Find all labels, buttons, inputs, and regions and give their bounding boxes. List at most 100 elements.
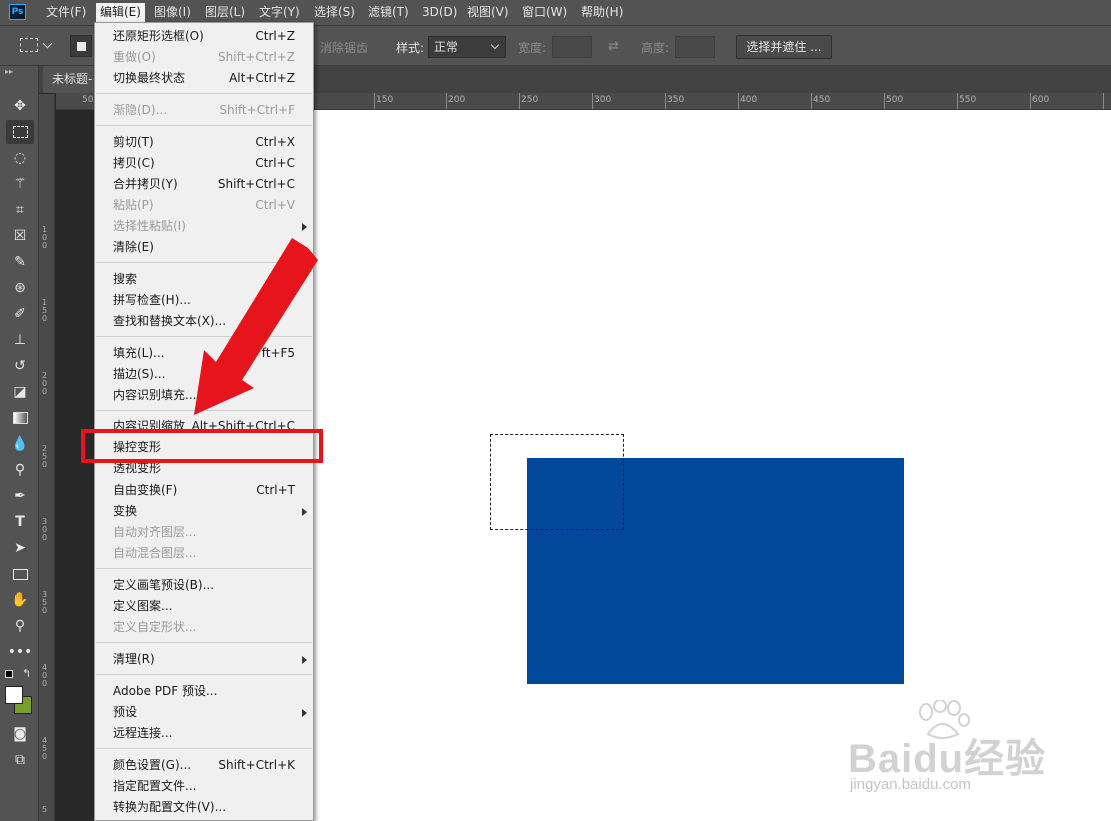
menu-item-color-settings[interactable]: 颜色设置(G)... Shift+Ctrl+K [95, 755, 313, 776]
history-brush-tool-icon[interactable]: ↺ [6, 354, 34, 378]
red-arrow-annotation [194, 238, 318, 415]
healing-brush-tool-icon[interactable]: ⊛ [6, 276, 34, 300]
menu-edit[interactable]: 编辑(E) [96, 3, 145, 22]
ruler-tick-label: 5 [42, 805, 48, 814]
menu-item-transform[interactable]: 变换 [95, 501, 313, 522]
foreground-color-swatch[interactable] [5, 686, 23, 704]
menu-3d[interactable]: 3D(D) [418, 3, 461, 22]
move-tool-icon[interactable]: ✥ [6, 94, 34, 118]
brush-tool-icon[interactable]: ✐ [6, 302, 34, 326]
style-select[interactable]: 正常 [428, 36, 506, 58]
crop-tool-icon[interactable]: ⌗ [6, 198, 34, 222]
menu-item-assign-profile[interactable]: 指定配置文件... [95, 776, 313, 797]
menu-item-copy[interactable]: 拷贝(C) Ctrl+C [95, 153, 313, 174]
eyedropper-tool-icon[interactable]: ✎ [6, 250, 34, 274]
menu-item-auto-blend-layers[interactable]: 自动混合图层... [95, 543, 313, 564]
menu-type[interactable]: 文字(Y) [255, 3, 304, 22]
path-selection-tool-icon[interactable]: ➤ [6, 536, 34, 560]
style-label: 样式: [396, 41, 425, 55]
menu-item-pdf-presets[interactable]: Adobe PDF 预设... [95, 681, 313, 702]
menu-filter[interactable]: 滤镜(T) [364, 3, 413, 22]
width-input[interactable] [552, 36, 592, 58]
menu-item-redo[interactable]: 重做(O) Shift+Ctrl+Z [95, 47, 313, 68]
ruler-tick-label: 600 [1032, 95, 1050, 105]
menu-view[interactable]: 视图(V) [463, 3, 513, 22]
rectangle-tool-icon[interactable] [6, 562, 34, 586]
menu-item-paste[interactable]: 粘贴(P) Ctrl+V [95, 195, 313, 216]
ruler-tick-label: 3 0 0 [42, 517, 48, 542]
menu-item-define-pattern[interactable]: 定义图案... [95, 596, 313, 617]
submenu-arrow-icon [302, 709, 307, 717]
menu-item-toggle-last-state[interactable]: 切换最终状态 Alt+Ctrl+Z [95, 68, 313, 89]
menu-image[interactable]: 图像(I) [150, 3, 195, 22]
swap-icon[interactable]: ⇄ [608, 39, 619, 54]
collapse-icon[interactable]: ▸▸ [5, 67, 13, 76]
chevron-down-icon[interactable] [42, 38, 53, 49]
menu-item-purge[interactable]: 清理(R) [95, 649, 313, 670]
menu-item-remote-connections[interactable]: 远程连接... [95, 723, 313, 744]
more-tools-icon[interactable]: ••• [6, 640, 34, 664]
screen-mode-icon[interactable]: ⧉ [6, 748, 34, 772]
menu-item-convert-to-profile[interactable]: 转换为配置文件(V)... [95, 797, 313, 818]
magic-wand-tool-icon[interactable]: ⚚ [6, 172, 34, 196]
ruler-tick-label: 250 [521, 95, 539, 105]
select-and-mask-button[interactable]: 选择并遮住 ... [736, 35, 832, 59]
menu-layer[interactable]: 图层(L) [201, 3, 249, 22]
menu-separator [96, 748, 312, 749]
document-tab[interactable]: 未标题- [43, 66, 99, 93]
menu-item-cut[interactable]: 剪切(T) Ctrl+X [95, 132, 313, 153]
ruler-tick-label: 150 [376, 95, 394, 105]
ruler-tick-label: 200 [448, 95, 466, 105]
frame-tool-icon[interactable]: ☒ [6, 224, 34, 248]
dodge-tool-icon[interactable]: ⚲ [6, 458, 34, 482]
menu-item-undo[interactable]: 还原矩形选框(O) Ctrl+Z [95, 26, 313, 47]
menu-help[interactable]: 帮助(H) [577, 3, 627, 22]
menu-item-fade[interactable]: 渐隐(D)... Shift+Ctrl+F [95, 100, 313, 121]
photoshop-logo: Ps [9, 4, 26, 20]
ruler-tick-label: 2 0 0 [42, 371, 48, 396]
default-colors-icon[interactable] [5, 670, 13, 678]
menu-file[interactable]: 文件(F) [42, 3, 90, 22]
menu-separator [96, 642, 312, 643]
blur-tool-icon[interactable]: 💧 [6, 432, 34, 456]
vertical-ruler: 1 0 0 1 5 0 2 0 0 2 5 0 3 0 0 3 5 0 4 0 … [39, 94, 55, 821]
style-select-value: 正常 [434, 40, 459, 54]
width-label: 宽度: [518, 41, 547, 55]
gradient-tool-icon[interactable] [6, 406, 34, 430]
submenu-arrow-icon [302, 508, 307, 516]
ruler-tick-label: 300 [594, 95, 612, 105]
menu-item-copy-merged[interactable]: 合并拷贝(Y) Shift+Ctrl+C [95, 174, 313, 195]
menu-item-presets[interactable]: 预设 [95, 702, 313, 723]
ruler-tick-label: 4 5 0 [42, 736, 48, 761]
menu-item-define-brush[interactable]: 定义画笔预设(B)... [95, 575, 313, 596]
swap-colors-icon[interactable]: ↰ [22, 667, 31, 680]
marquee-selection [490, 434, 624, 530]
new-selection-icon[interactable] [70, 35, 92, 57]
rectangular-marquee-tool-icon[interactable] [6, 120, 34, 144]
highlight-box-annotation [81, 429, 323, 463]
ruler-tick-label: 1 5 0 [42, 298, 48, 323]
eraser-tool-icon[interactable]: ◪ [6, 380, 34, 404]
type-tool-icon[interactable]: T [6, 510, 34, 534]
ruler-tick-label: 2 5 0 [42, 444, 48, 469]
menu-item-define-custom-shape[interactable]: 定义自定形状... [95, 617, 313, 638]
lasso-tool-icon[interactable]: ◌ [6, 146, 34, 170]
watermark-url: jingyan.baidu.com [850, 776, 971, 793]
hand-tool-icon[interactable]: ✋ [6, 588, 34, 612]
menu-select[interactable]: 选择(S) [310, 3, 359, 22]
menu-window[interactable]: 窗口(W) [518, 3, 571, 22]
pen-tool-icon[interactable]: ✒ [6, 484, 34, 508]
clone-stamp-tool-icon[interactable]: ⊥ [6, 328, 34, 352]
zoom-tool-icon[interactable]: ⚲ [6, 614, 34, 638]
chevron-down-icon [490, 40, 500, 50]
height-input[interactable] [675, 36, 715, 58]
menu-item-free-transform[interactable]: 自由变换(F) Ctrl+T [95, 480, 313, 501]
ruler-tick-label: 400 [740, 95, 758, 105]
ruler-tick-label: 350 [667, 95, 685, 105]
quick-mask-icon[interactable]: ◙ [6, 722, 34, 746]
ruler-tick-label: 500 [886, 95, 904, 105]
marquee-tool-preset-icon[interactable] [20, 38, 38, 52]
antialias-checkbox-label[interactable]: 消除锯齿 [320, 39, 368, 56]
menu-item-auto-align-layers[interactable]: 自动对齐图层... [95, 522, 313, 543]
ruler-tick-label: 450 [813, 95, 831, 105]
